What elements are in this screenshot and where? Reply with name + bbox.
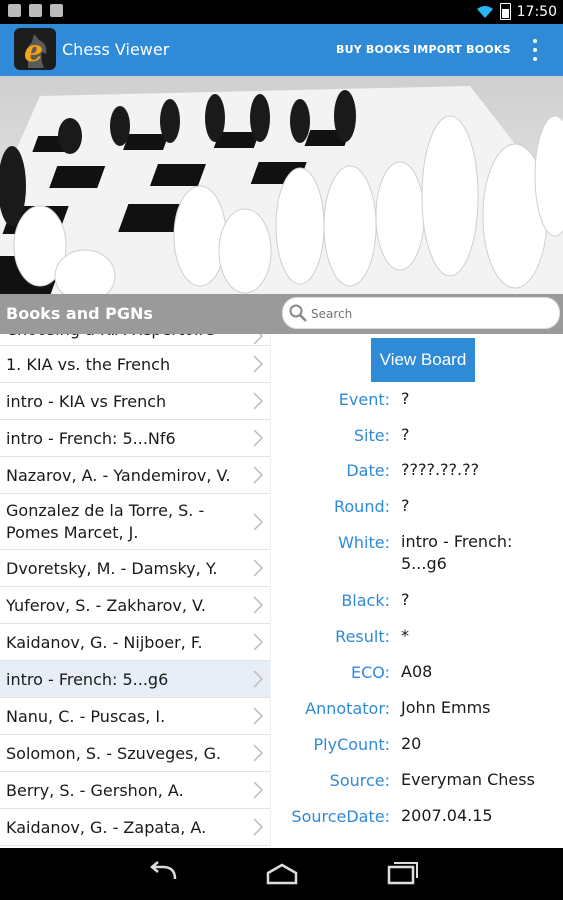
field-value: A08 <box>401 662 433 681</box>
field-value: ? <box>401 590 410 609</box>
list-item[interactable]: 1. KIA vs. the French <box>0 346 270 383</box>
field-value: ????.??.?? <box>401 460 480 479</box>
field-value: 20 <box>401 734 422 753</box>
notification-icons <box>8 4 63 17</box>
view-board-button[interactable]: View Board <box>371 338 475 382</box>
section-header: Books and PGNs <box>0 294 563 334</box>
recent-apps-icon[interactable] <box>385 861 421 887</box>
chevron-right-icon <box>253 466 264 484</box>
list-item-label: Kaidanov, G. - Nijboer, F. <box>6 632 203 652</box>
list-item[interactable]: Dvoretsky, M. - Damsky, Y. <box>0 550 270 587</box>
field-value: John Emms <box>401 698 491 717</box>
overflow-menu-icon[interactable] <box>533 39 539 61</box>
chevron-right-icon <box>253 559 264 577</box>
list-item[interactable]: Nazarov, A. - Yandemirov, V. <box>0 457 270 494</box>
list-item[interactable]: Kaidanov, G. - Zapata, A. <box>0 809 270 846</box>
app-logo-icon[interactable]: e <box>14 28 56 70</box>
list-item-label: Kaidanov, G. - Zapata, A. <box>6 817 207 837</box>
list-item-label: Berry, S. - Gershon, A. <box>6 780 184 800</box>
list-item-label: 1. KIA vs. the French <box>6 354 171 374</box>
search-input[interactable] <box>309 303 553 325</box>
field-key: PlyCount: <box>313 735 390 754</box>
field-key: Round: <box>333 497 390 516</box>
search-field[interactable] <box>282 297 560 329</box>
list-item[interactable]: intro - French: 5...g6 <box>0 661 270 698</box>
chevron-right-icon <box>253 429 264 447</box>
field-key: Source: <box>329 771 390 790</box>
app-title: Chess Viewer <box>62 40 170 59</box>
field-value: intro - French: 5...g6 <box>401 532 513 573</box>
list-item[interactable]: Gonzalez de la Torre, S. - Pomes Marcet,… <box>0 494 270 550</box>
back-icon[interactable] <box>145 861 181 887</box>
list-item[interactable]: Solomon, S. - Szuveges, G. <box>0 735 270 772</box>
field-key: White: <box>338 533 390 552</box>
import-books-button[interactable]: IMPORT BOOKS <box>413 43 511 56</box>
chevron-right-icon <box>253 744 264 762</box>
chevron-right-icon <box>253 355 264 373</box>
list-item-label: Choosing a KIA Repertoire <box>6 334 251 341</box>
game-list[interactable]: Choosing a KIA Repertoire 1. KIA vs. the … <box>0 334 270 848</box>
list-item-label: Gonzalez de la Torre, S. - Pomes Marcet,… <box>6 501 205 542</box>
gmail-icon <box>8 4 21 17</box>
list-item[interactable]: Yuferov, S. - Zakharov, V. <box>0 587 270 624</box>
list-item-label: intro - French: 5...g6 <box>6 669 169 689</box>
chess-banner-image <box>0 76 563 294</box>
field-value: ? <box>401 496 410 515</box>
list-item[interactable]: intro - French: 5...Nf6 <box>0 420 270 457</box>
field-key: ECO: <box>351 663 390 682</box>
field-value: 2007.04.15 <box>401 806 493 825</box>
battery-icon <box>499 3 511 20</box>
list-item[interactable]: Nanu, C. - Puscas, I. <box>0 698 270 735</box>
game-details: View Board Event:? Site:? Date:????.??.?? R… <box>270 334 563 848</box>
field-value: ? <box>401 389 410 408</box>
chevron-right-icon <box>253 596 264 614</box>
field-value: ? <box>401 425 410 444</box>
list-item-label: Nanu, C. - Puscas, I. <box>6 706 166 726</box>
image-icon <box>50 4 63 17</box>
section-title: Books and PGNs <box>6 304 153 323</box>
mail-icon <box>29 4 42 17</box>
list-item-label: Solomon, S. - Szuveges, G. <box>6 743 222 763</box>
chevron-right-icon <box>253 781 264 799</box>
chevron-right-icon <box>253 512 264 531</box>
buy-books-button[interactable]: BUY BOOKS <box>336 43 410 56</box>
list-item-label: Yuferov, S. - Zakharov, V. <box>6 595 206 615</box>
chevron-right-icon <box>253 707 264 725</box>
list-item-label: Dvoretsky, M. - Damsky, Y. <box>6 558 218 578</box>
chevron-right-icon <box>253 818 264 836</box>
status-time: 17:50 <box>516 3 557 20</box>
search-icon <box>289 304 307 322</box>
action-bar: e Chess Viewer BUY BOOKS IMPORT BOOKS <box>0 24 563 76</box>
field-key: Result: <box>335 627 390 646</box>
field-value: * <box>401 626 409 645</box>
chevron-right-icon <box>253 392 264 410</box>
list-item-label: Nazarov, A. - Yandemirov, V. <box>6 465 231 485</box>
list-item-label: intro - French: 5...Nf6 <box>6 428 176 448</box>
chevron-right-icon <box>253 670 264 688</box>
field-key: Site: <box>353 426 390 445</box>
home-icon[interactable] <box>264 861 300 887</box>
list-item[interactable]: intro - KIA vs French <box>0 383 270 420</box>
chevron-right-icon <box>253 633 264 651</box>
field-key: Annotator: <box>305 699 390 718</box>
field-value: Everyman Chess <box>401 770 535 789</box>
field-key: Date: <box>346 461 390 480</box>
wifi-icon <box>476 5 493 18</box>
field-key: SourceDate: <box>291 807 390 826</box>
list-item[interactable]: Choosing a KIA Repertoire <box>0 334 270 346</box>
field-key: Black: <box>341 591 390 610</box>
field-key: Event: <box>338 390 390 409</box>
status-bar: 17:50 <box>0 0 563 24</box>
navigation-bar <box>0 848 563 900</box>
chevron-right-icon <box>253 334 264 345</box>
list-item[interactable]: Berry, S. - Gershon, A. <box>0 772 270 809</box>
list-item[interactable]: Kaidanov, G. - Nijboer, F. <box>0 624 270 661</box>
list-item-label: intro - KIA vs French <box>6 391 167 411</box>
